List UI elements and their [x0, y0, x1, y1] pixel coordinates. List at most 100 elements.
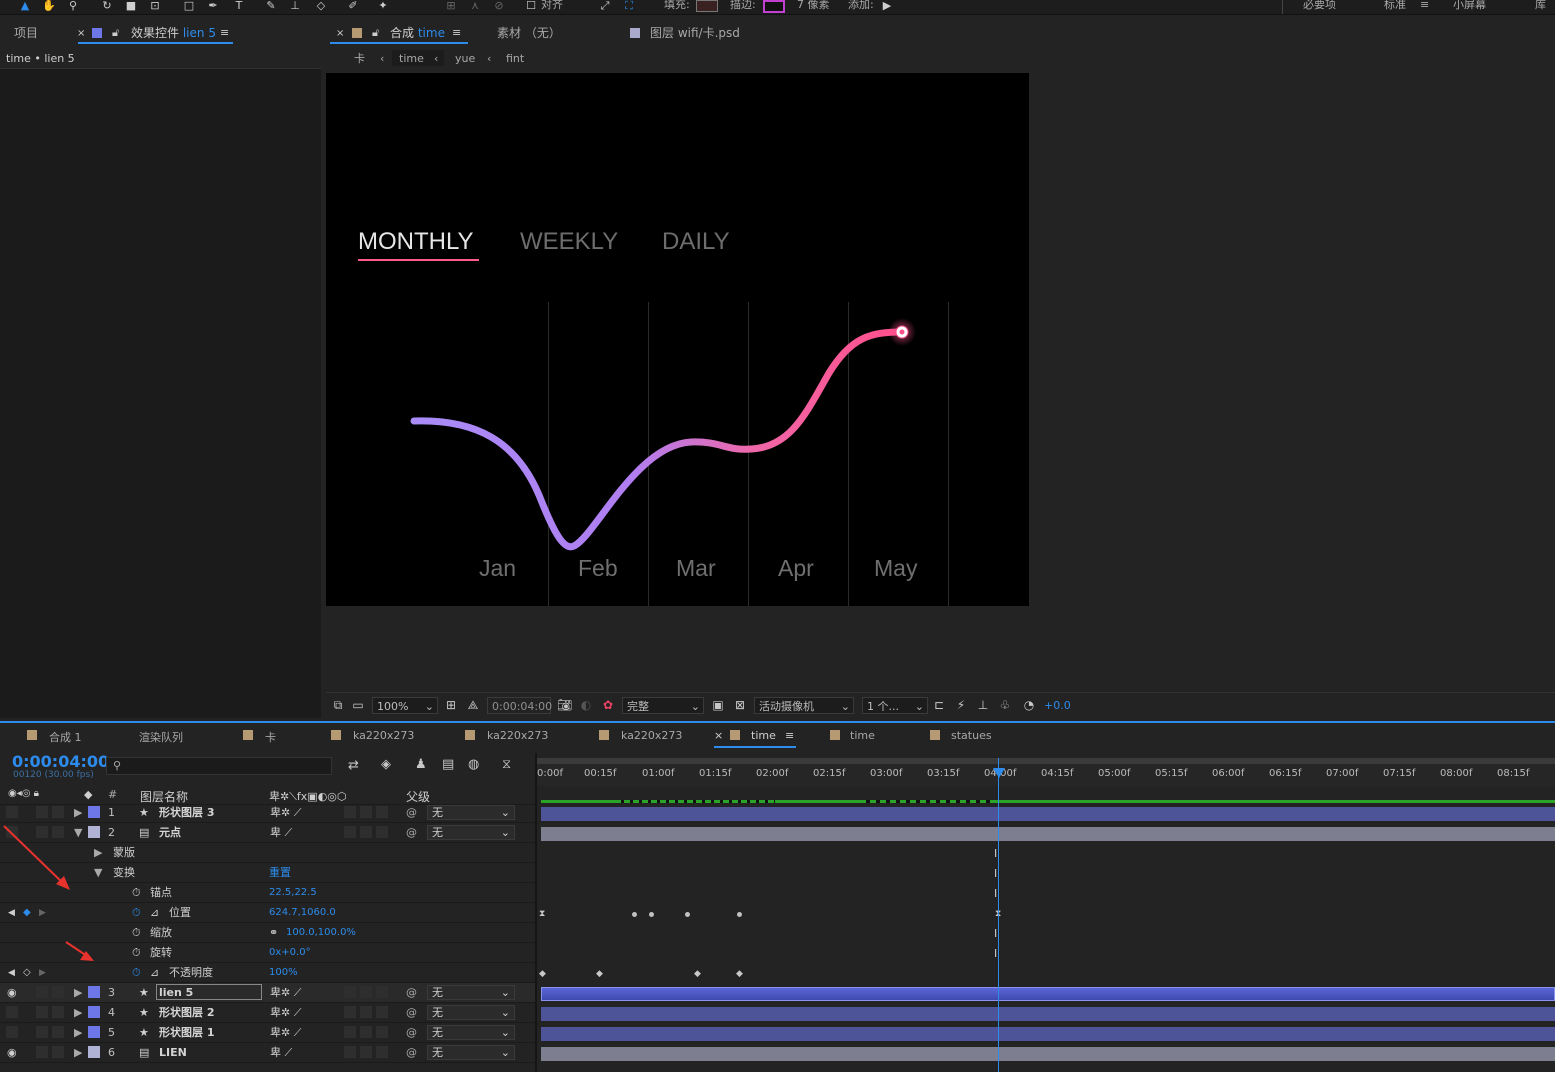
- keyframe[interactable]: [685, 912, 690, 917]
- graph-icon[interactable]: ⊿: [150, 966, 159, 980]
- panel-menu-icon[interactable]: ≡: [785, 729, 794, 742]
- stopwatch-icon[interactable]: ⏱︎: [132, 926, 141, 940]
- tab-time[interactable]: time: [850, 729, 875, 742]
- scale-value[interactable]: 100.0,100.0%: [286, 926, 356, 940]
- fill-label[interactable]: 填充:: [664, 0, 690, 12]
- work-area-bar[interactable]: [537, 758, 1555, 764]
- eye-icon[interactable]: ◉: [7, 986, 17, 1000]
- layer-row-selected[interactable]: ◉ ▶ 3 ★ lien 5 卑✲ ⟋ @ 无 ⌄: [0, 983, 535, 1003]
- expand-arrow-icon[interactable]: ▶: [74, 986, 82, 1000]
- snap-options-icon[interactable]: ⛶: [622, 0, 636, 12]
- tab-comp-1[interactable]: 合成 1: [49, 729, 82, 745]
- tab-project[interactable]: 项目: [14, 26, 38, 40]
- snapshot-camera-icon[interactable]: 📷︎: [557, 698, 572, 712]
- stopwatch-icon[interactable]: ⏱︎: [132, 946, 141, 960]
- tab-ka220x273-2[interactable]: ka220x273: [487, 729, 548, 742]
- opacity-value[interactable]: 100%: [269, 966, 298, 980]
- close-icon[interactable]: ×: [336, 28, 344, 39]
- lock-icon[interactable]: 🔓︎: [112, 26, 119, 40]
- add-play-icon[interactable]: ▶: [880, 0, 894, 12]
- switch-box[interactable]: [344, 1046, 356, 1058]
- stopwatch-active-icon[interactable]: ⏱︎: [132, 966, 141, 980]
- tab-effect-controls[interactable]: 效果控件 lien 5: [131, 26, 216, 40]
- snap-icon[interactable]: ⤢: [598, 0, 612, 12]
- stroke-swatch[interactable]: [763, 0, 785, 13]
- solo-toggle[interactable]: [36, 986, 48, 998]
- camera-select[interactable]: 活动摄像机 ⌄: [754, 697, 854, 714]
- playhead-handle[interactable]: [993, 768, 1005, 778]
- layer-search-input[interactable]: ⚲: [106, 757, 332, 775]
- expand-arrow-icon[interactable]: ▶: [74, 1026, 82, 1040]
- tab-ka220x273-3[interactable]: ka220x273: [621, 729, 682, 742]
- switch-box[interactable]: [360, 1006, 372, 1018]
- close-icon[interactable]: ×: [77, 28, 85, 39]
- reset-exposure-icon[interactable]: ◔: [1022, 698, 1036, 712]
- label-color[interactable]: [88, 1026, 100, 1038]
- layer-bar-selected[interactable]: [541, 987, 1555, 1001]
- crumb-card[interactable]: 卡: [354, 52, 365, 66]
- switch-icons[interactable]: 卑 ⟋: [270, 826, 292, 840]
- keyframe[interactable]: [649, 912, 654, 917]
- crumb-yue[interactable]: yue: [455, 52, 475, 66]
- keyframe[interactable]: [737, 912, 742, 917]
- crumb-time[interactable]: time: [399, 52, 424, 66]
- lock-icon[interactable]: 🔓︎: [372, 26, 379, 40]
- views-select[interactable]: 1 个... ⌄: [862, 697, 928, 714]
- switch-box[interactable]: [344, 826, 356, 838]
- stopwatch-active-icon[interactable]: ⏱︎: [132, 906, 141, 920]
- pan-behind-tool-icon[interactable]: ⊡: [148, 0, 162, 12]
- expand-arrow-icon[interactable]: ▶: [74, 1006, 82, 1020]
- anchor-value[interactable]: 22.5,22.5: [269, 886, 317, 900]
- lock-toggle[interactable]: [52, 1006, 64, 1018]
- label-color[interactable]: [88, 1046, 100, 1058]
- switch-box[interactable]: [376, 806, 388, 818]
- tab-daily[interactable]: DAILY: [662, 228, 730, 256]
- panel-menu-icon[interactable]: ≡: [220, 26, 229, 39]
- switch-box[interactable]: [376, 1046, 388, 1058]
- rectangle-tool-icon[interactable]: □: [182, 0, 196, 12]
- workspace-standard[interactable]: 标准: [1384, 0, 1406, 12]
- workspace-libraries[interactable]: 库: [1535, 0, 1546, 12]
- pen-tool-icon[interactable]: ✒: [206, 0, 220, 12]
- stopwatch-icon[interactable]: ⏱︎: [132, 886, 141, 900]
- keyframe-diamond[interactable]: ◆: [596, 969, 603, 979]
- workspace-menu-icon[interactable]: ≡: [1420, 0, 1429, 12]
- layer-bar[interactable]: [541, 1027, 1555, 1041]
- layer-name[interactable]: 形状图层 1: [159, 1026, 214, 1040]
- switch-icons[interactable]: 卑✲ ⟋: [270, 806, 301, 820]
- crumb-fint[interactable]: fint: [506, 52, 524, 66]
- add-label[interactable]: 添加:: [848, 0, 874, 12]
- lock-toggle[interactable]: [52, 986, 64, 998]
- frame-blending-icon[interactable]: ▤: [442, 757, 454, 772]
- current-timecode[interactable]: 0:00:04:00: [12, 752, 109, 771]
- graph-icon[interactable]: ⊿: [150, 906, 159, 920]
- rotate-tool-icon[interactable]: ↻: [100, 0, 114, 12]
- puppet-pin-tool-icon[interactable]: ✦: [376, 0, 390, 12]
- close-icon[interactable]: ×: [714, 729, 723, 742]
- stroke-label[interactable]: 描边:: [730, 0, 756, 12]
- layer-name[interactable]: 元点: [159, 826, 181, 840]
- layer-bar[interactable]: [541, 1007, 1555, 1021]
- tab-weekly[interactable]: WEEKLY: [520, 228, 618, 256]
- timeline-icon[interactable]: ⊥: [976, 698, 990, 712]
- layer-bar[interactable]: [541, 1047, 1555, 1061]
- pick-whip-icon[interactable]: @: [406, 1026, 417, 1040]
- color-channels-icon[interactable]: ✿: [601, 698, 615, 712]
- layer-row[interactable]: ◉ ▶ 6 ▤ LIEN 卑 ⟋ @ 无 ⌄: [0, 1043, 535, 1063]
- tab-card[interactable]: 卡: [265, 729, 276, 745]
- reset-link[interactable]: 重置: [269, 866, 291, 880]
- hand-tool-icon[interactable]: ✋: [42, 0, 56, 12]
- type-tool-icon[interactable]: T: [232, 0, 246, 12]
- visibility-toggle[interactable]: [6, 806, 18, 818]
- stroke-width[interactable]: 7 像素: [797, 0, 830, 12]
- layer-name[interactable]: 形状图层 3: [159, 806, 214, 820]
- switch-box[interactable]: [376, 1006, 388, 1018]
- lock-toggle[interactable]: [52, 806, 64, 818]
- workspace-small-screen[interactable]: 小屏幕: [1453, 0, 1486, 12]
- visibility-toggle[interactable]: [6, 1006, 18, 1018]
- lock-toggle[interactable]: [52, 1046, 64, 1058]
- label-color[interactable]: [88, 806, 100, 818]
- layer-bar[interactable]: [541, 827, 1555, 841]
- switch-box[interactable]: [376, 1026, 388, 1038]
- switch-box[interactable]: [376, 986, 388, 998]
